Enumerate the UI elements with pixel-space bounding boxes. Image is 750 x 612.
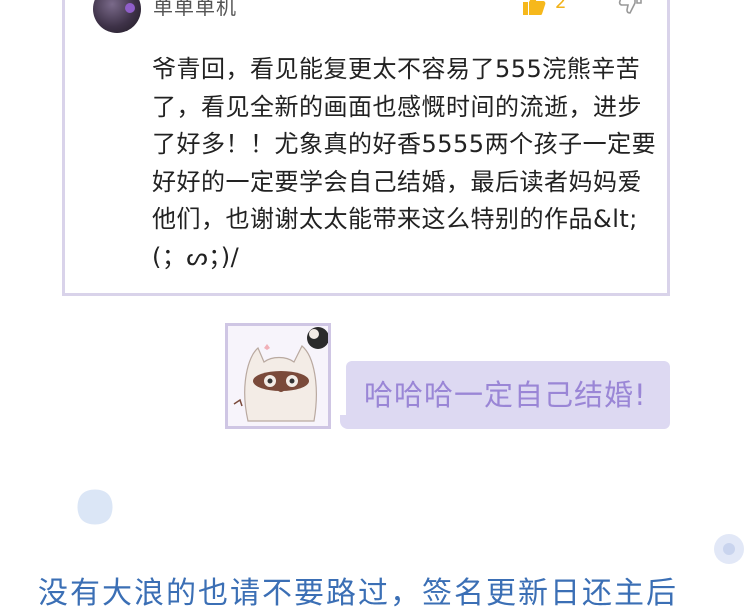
comment-text: 爷青回，看见能复更太不容易了555浣熊辛苦了，看见全新的画面也感慨时间的流逝，进… — [152, 55, 657, 271]
reply-bubble: 哈哈哈一定自己结婚! — [340, 361, 670, 429]
username[interactable]: 单单单机 — [153, 0, 237, 20]
like-count: 2 — [555, 0, 567, 13]
thumbs-up-icon[interactable] — [521, 0, 547, 17]
avatar[interactable] — [93, 0, 141, 33]
cloud-blob-icon — [77, 489, 113, 525]
cat-sticker-image — [225, 323, 331, 429]
thumbs-down-icon[interactable] — [617, 0, 643, 17]
comment-card: 单单单机 2 爷青回，看见能复更太不容易了555浣熊辛苦了，看见全新的画面也感慨… — [62, 0, 670, 296]
flower-icon — [714, 534, 744, 564]
bottom-text: 没有大浪的也请不要路过，签名更新日还主后 — [38, 576, 678, 611]
